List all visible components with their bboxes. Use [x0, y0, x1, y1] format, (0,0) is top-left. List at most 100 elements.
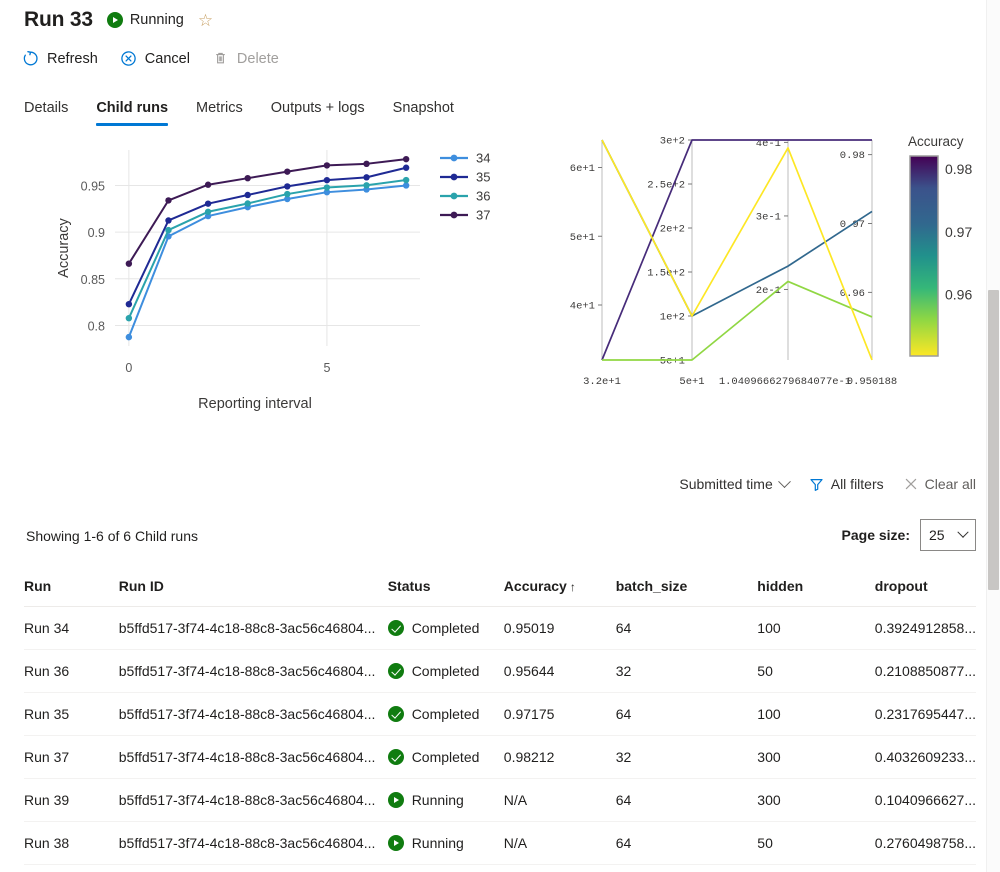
refresh-button[interactable]: Refresh — [22, 50, 98, 67]
column-header-run[interactable]: Run — [24, 570, 119, 607]
status-badge: Completed — [387, 663, 504, 679]
column-header-accuracy[interactable]: Accuracy ↑ — [503, 570, 616, 607]
data-point[interactable] — [284, 168, 291, 175]
pc-axis-2-tick: 3e-1 — [756, 211, 781, 223]
cancel-button[interactable]: Cancel — [120, 50, 190, 67]
table-row[interactable]: Run 38 b5ffd517-3f74-4c18-88c8-3ac56c4680… — [24, 821, 976, 865]
line-series-34[interactable] — [127, 184, 407, 338]
data-point[interactable] — [244, 200, 251, 207]
page-scrollbar-thumb[interactable] — [988, 290, 999, 590]
hyperparameter-parallel-coordinates[interactable]: 6e+1 5e+1 4e+1 3.2e+1 3e+2 2.5e+2 2e+2 1.5e+2 1e… — [540, 128, 1000, 398]
pc-line-run-35[interactable] — [601, 139, 873, 317]
data-point[interactable] — [363, 160, 370, 168]
page-scrollbar-track[interactable] — [986, 0, 1000, 872]
data-point[interactable] — [125, 260, 133, 267]
run-id-cell[interactable]: b5ffd517-3f74-4c18-88c8-3ac56c46804... — [118, 821, 388, 865]
pc-axis-0-bottom-label: 3.2e+1 — [583, 376, 621, 388]
refresh-icon — [23, 51, 38, 66]
data-point[interactable] — [244, 174, 251, 182]
tab-snapshot[interactable]: Snapshot — [393, 100, 454, 126]
pc-line-run-34[interactable] — [601, 139, 873, 361]
legend-label-36[interactable]: 36 — [476, 189, 490, 204]
status-badge: Completed — [387, 620, 504, 636]
data-point[interactable] — [125, 314, 133, 322]
column-header-run-id[interactable]: Run ID — [118, 570, 388, 607]
clear-all-button[interactable]: Clear all — [904, 476, 976, 492]
data-point[interactable] — [165, 226, 172, 234]
column-header-hidden[interactable]: hidden — [757, 570, 875, 607]
run-id-cell[interactable]: b5ffd517-3f74-4c18-88c8-3ac56c46804... — [118, 606, 388, 650]
run-id-cell[interactable]: b5ffd517-3f74-4c18-88c8-3ac56c46804... — [118, 735, 388, 779]
batch-size-cell: 32 — [615, 735, 758, 779]
accuracy-cell: 0.97175 — [503, 692, 616, 736]
legend-label-37[interactable]: 37 — [476, 208, 490, 223]
data-point[interactable] — [125, 333, 133, 341]
data-point[interactable] — [204, 208, 212, 215]
data-point[interactable] — [125, 300, 133, 308]
data-point[interactable] — [204, 200, 212, 207]
pc-line-run-37[interactable] — [601, 139, 872, 361]
results-count: Showing 1-6 of 6 Child runs — [26, 528, 198, 544]
data-point[interactable] — [244, 191, 251, 199]
line-chart-xtick: 5 — [323, 361, 330, 375]
data-point[interactable] — [204, 181, 212, 188]
run-link[interactable]: Run 37 — [24, 735, 119, 779]
line-chart-ytick: 0.8 — [88, 319, 105, 333]
data-point[interactable] — [165, 197, 172, 204]
accuracy-line-chart[interactable]: 0.8 0.85 0.9 0.95 0 5 Accuracy 34 35 36 37 — [20, 128, 520, 428]
column-header-batch-size[interactable]: batch_size — [615, 570, 758, 607]
run-link[interactable]: Run 39 — [24, 778, 119, 822]
hidden-cell: 300 — [757, 778, 875, 822]
check-circle-icon — [387, 706, 404, 722]
data-point[interactable] — [402, 155, 410, 163]
sort-dropdown[interactable]: Submitted time — [679, 474, 791, 492]
batch-size-cell: 64 — [615, 778, 758, 822]
data-point[interactable] — [323, 162, 331, 169]
star-outline-icon[interactable]: ☆ — [198, 12, 213, 29]
tab-details[interactable]: Details — [24, 100, 68, 126]
run-link[interactable]: Run 36 — [24, 649, 119, 693]
data-point[interactable] — [363, 182, 370, 189]
data-point[interactable] — [284, 190, 291, 198]
all-filters-button[interactable]: All filters — [809, 476, 884, 492]
accuracy-cell: 0.95644 — [503, 649, 616, 693]
legend-label-35[interactable]: 35 — [476, 170, 490, 185]
run-link[interactable]: Run 34 — [24, 606, 119, 650]
data-point[interactable] — [363, 174, 370, 181]
tab-outputs-logs[interactable]: Outputs + logs — [271, 100, 365, 126]
run-link[interactable]: Run 35 — [24, 692, 119, 736]
page-title: Run 33 — [24, 8, 93, 31]
table-row[interactable]: Run 39 b5ffd517-3f74-4c18-88c8-3ac56c4680… — [24, 778, 976, 822]
column-header-dropout[interactable]: dropout — [874, 570, 976, 607]
run-status: Running — [106, 12, 184, 28]
accuracy-cell: 0.98212 — [503, 735, 616, 779]
run-status-label: Running — [129, 12, 184, 28]
table-row[interactable]: Run 35 b5ffd517-3f74-4c18-88c8-3ac56c4680… — [24, 692, 976, 736]
run-id-cell[interactable]: b5ffd517-3f74-4c18-88c8-3ac56c46804... — [118, 778, 388, 822]
data-point[interactable] — [284, 183, 291, 190]
table-row[interactable]: Run 36 b5ffd517-3f74-4c18-88c8-3ac56c4680… — [24, 649, 976, 693]
table-row[interactable]: Run 34 b5ffd517-3f74-4c18-88c8-3ac56c4680… — [24, 606, 976, 650]
tab-metrics[interactable]: Metrics — [196, 100, 243, 126]
data-point[interactable] — [402, 176, 410, 184]
data-point[interactable] — [402, 164, 410, 171]
run-id-cell[interactable]: b5ffd517-3f74-4c18-88c8-3ac56c46804... — [118, 692, 388, 736]
dropout-cell: 0.4032609233... — [874, 735, 976, 779]
data-point[interactable] — [323, 184, 331, 191]
dropout-cell: 0.2108850877... — [874, 649, 976, 693]
run-link[interactable]: Run 38 — [24, 821, 119, 865]
table-row[interactable]: Run 37 b5ffd517-3f74-4c18-88c8-3ac56c4680… — [24, 735, 976, 779]
column-header-status[interactable]: Status — [387, 570, 504, 607]
legend-label-34[interactable]: 34 — [476, 151, 490, 166]
hidden-cell: 50 — [757, 649, 875, 693]
data-point[interactable] — [165, 217, 172, 224]
status-cell-container: Running — [387, 778, 504, 822]
page-size-select[interactable]: 25 — [920, 519, 976, 551]
run-id-cell[interactable]: b5ffd517-3f74-4c18-88c8-3ac56c46804... — [118, 649, 388, 693]
line-series-37[interactable] — [128, 158, 407, 265]
pc-axis-1-tick: 2.5e+2 — [647, 180, 685, 192]
tab-child-runs[interactable]: Child runs — [96, 100, 168, 126]
table-body: Run 34 b5ffd517-3f74-4c18-88c8-3ac56c4680… — [24, 606, 976, 865]
data-point[interactable] — [323, 176, 331, 184]
status-label: Completed — [411, 620, 480, 636]
